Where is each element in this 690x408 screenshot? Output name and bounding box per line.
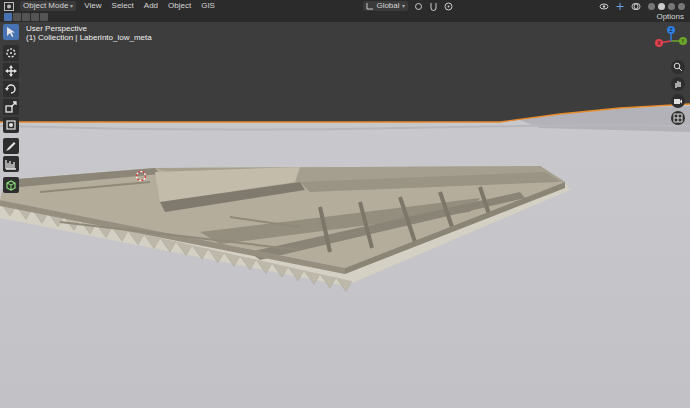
select-mode-button[interactable] (40, 13, 48, 21)
menu-item[interactable]: GIS (199, 1, 217, 11)
move-icon (4, 64, 18, 78)
dropdown-arrow-icon: ▾ (402, 1, 405, 11)
annotate-icon (4, 139, 18, 153)
select-mode-button[interactable] (22, 13, 30, 21)
tool-button[interactable] (3, 81, 19, 97)
toolbar (3, 24, 19, 193)
viewport-header: Object Mode▾ View Select Add Object GIS Global… (0, 0, 690, 12)
options-button[interactable]: Options (656, 12, 686, 22)
tool-button[interactable] (3, 24, 19, 40)
cursor-icon (4, 46, 18, 60)
menu-item[interactable]: Object (166, 1, 193, 11)
tool-button[interactable] (3, 177, 19, 193)
view-name: User Perspective (26, 24, 152, 33)
overlays-icon[interactable] (631, 2, 641, 11)
magnifier-icon (673, 62, 683, 72)
axis-handle[interactable]: X (655, 39, 663, 47)
select-mode-button[interactable] (31, 13, 39, 21)
blender-window: Object Mode▾ View Select Add Object GIS Global… (0, 0, 690, 408)
perspective-button[interactable] (671, 111, 685, 125)
transform-orientation[interactable]: Global▾ (363, 1, 407, 11)
shading-icon[interactable] (667, 2, 676, 11)
pivot-icon[interactable] (414, 2, 423, 11)
snap-icon[interactable] (429, 2, 438, 11)
select-icon (4, 25, 18, 39)
menu-item[interactable]: Select (110, 1, 136, 11)
camera-button[interactable] (671, 94, 685, 108)
tool-button[interactable] (3, 138, 19, 154)
shading-icon[interactable] (677, 2, 686, 11)
menu-item[interactable]: View (82, 1, 103, 11)
navigation-gizmo[interactable]: X Y Z (654, 26, 688, 56)
mode-dropdown[interactable]: Object Mode▾ (20, 1, 76, 11)
tool-header: Options (0, 12, 690, 22)
svg-text:X: X (657, 40, 661, 46)
select-mode-button[interactable] (4, 13, 12, 21)
tool-button[interactable] (3, 45, 19, 61)
shading-icon[interactable] (647, 2, 656, 11)
axis-handle[interactable]: Z (667, 26, 675, 34)
tool-button[interactable] (3, 117, 19, 133)
viewport-info: User Perspective(1) Collection | Laberin… (26, 24, 152, 42)
gizmo-toggle-icon[interactable] (615, 2, 625, 11)
visibility-icon[interactable] (599, 2, 609, 11)
proportional-icon[interactable] (444, 2, 453, 11)
scale-icon (4, 100, 18, 114)
shading-buttons (647, 2, 686, 11)
transform-icon (4, 118, 18, 132)
menu-item[interactable]: Add (142, 1, 160, 11)
svg-text:Y: Y (681, 38, 685, 44)
camera-icon (673, 96, 683, 106)
zoom-button[interactable] (671, 60, 685, 74)
editor-type-icon[interactable] (4, 2, 14, 11)
tool-button[interactable] (3, 156, 19, 172)
rotate-icon (4, 82, 18, 96)
axis-handle[interactable]: Y (679, 37, 687, 45)
viewport[interactable]: User Perspective(1) Collection | Laberin… (0, 22, 690, 408)
tool-button[interactable] (3, 63, 19, 79)
axes-icon (366, 2, 374, 10)
pan-button[interactable] (671, 77, 685, 91)
tool-button[interactable] (3, 99, 19, 115)
svg-text:Z: Z (669, 27, 672, 33)
grid-icon (673, 113, 683, 123)
scene-render (0, 22, 690, 408)
measure-icon (4, 157, 18, 171)
collection-info: (1) Collection | Laberinto_low_meta (26, 33, 152, 42)
select-mode-group (4, 13, 48, 21)
add-icon (4, 178, 18, 192)
select-mode-button[interactable] (13, 13, 21, 21)
navigation-buttons (671, 60, 685, 125)
hand-icon (673, 79, 683, 89)
dropdown-arrow-icon: ▾ (70, 1, 73, 11)
shading-icon[interactable] (657, 2, 666, 11)
